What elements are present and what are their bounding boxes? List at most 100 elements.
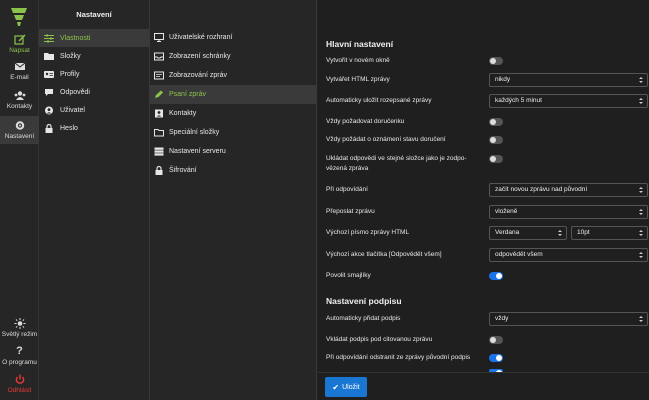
section-message-display[interactable]: Zobrazování zpráv xyxy=(150,66,316,85)
settings-nav: Nastavení Vlastnosti Složky Profily Odpo… xyxy=(39,0,150,400)
app-rail: Napsat E-mail Kontakty Nastavení Světlý … xyxy=(0,0,39,400)
setting-label: Vkládat podpis pod citovanou zprávu xyxy=(326,336,433,343)
setting-label: Výchozí akce tlačítka [Odpovědět všem] xyxy=(326,251,442,258)
strip-signature-toggle[interactable] xyxy=(489,354,503,362)
section-label: Speciální složky xyxy=(169,129,220,136)
logo-icon xyxy=(11,8,27,26)
compose-icon xyxy=(13,34,25,45)
nav-item-label: Vlastnosti xyxy=(60,34,91,42)
server-icon xyxy=(154,147,164,156)
contacts-button[interactable]: Kontakty xyxy=(0,90,39,110)
section-label: Zobrazení schránky xyxy=(169,53,231,60)
on-reply-select[interactable]: začít novou zprávu nad původní xyxy=(489,183,648,197)
setting-label: Automaticky uložit rozepsané zprávy xyxy=(326,97,432,104)
settings-title: Nastavení xyxy=(76,10,112,19)
setting-label: Ukládat odpovědi ve stejné složce jako j… xyxy=(326,155,467,172)
emoticons-toggle[interactable] xyxy=(489,272,503,280)
section-label: Kontakty xyxy=(169,110,197,117)
sig-below-quote-toggle[interactable] xyxy=(489,336,503,344)
id-card-icon xyxy=(44,70,54,78)
email-label: E-mail xyxy=(10,74,29,81)
save-reply-toggle[interactable] xyxy=(489,155,503,163)
autosave-select[interactable]: každých 5 minut xyxy=(489,94,648,108)
section-server[interactable]: Nastavení serveru xyxy=(150,142,316,161)
contacts-label: Kontakty xyxy=(6,103,33,110)
nav-item-user[interactable]: Uživatel xyxy=(39,101,149,119)
open-new-window-toggle[interactable] xyxy=(489,57,503,65)
folder-icon xyxy=(154,129,164,137)
section-title-main: Hlavní nastavení xyxy=(326,39,394,49)
dsn-toggle[interactable] xyxy=(489,136,503,144)
theme-label: Světlý režim xyxy=(1,331,38,338)
section-ui[interactable]: Uživatelské rozhraní xyxy=(150,28,316,47)
nav-item-properties[interactable]: Vlastnosti xyxy=(39,29,149,47)
html-font-size-select[interactable]: 10pt xyxy=(571,226,648,240)
add-signature-select[interactable]: vždy xyxy=(489,312,648,326)
settings-panel: Hlavní nastavení Vytvořit v novém okně V… xyxy=(318,0,649,400)
setting-label: Vytvořit v novém okně xyxy=(326,57,390,64)
section-encryption[interactable]: Šifrování xyxy=(150,161,316,180)
setting-label: Vytvářet HTML zprávy xyxy=(326,76,390,83)
contacts-icon xyxy=(155,109,163,118)
setting-label: Při odpovídání odstranit ze zprávy původ… xyxy=(326,354,471,361)
contacts-icon xyxy=(14,91,25,100)
logout-label: Odhlásit xyxy=(7,387,32,394)
nav-item-password[interactable]: Heslo xyxy=(39,119,149,137)
check-icon: ✔ xyxy=(332,382,340,392)
settings-scroll-area[interactable]: Hlavní nastavení Vytvořit v novém okně V… xyxy=(318,0,649,372)
compose-label: Napsat xyxy=(9,47,30,54)
envelope-icon xyxy=(14,62,25,70)
section-label: Uživatelské rozhraní xyxy=(169,34,233,41)
monitor-icon xyxy=(154,33,164,42)
reply-all-select[interactable]: odpovědět všem xyxy=(489,248,648,262)
forward-select[interactable]: vloženě xyxy=(489,205,648,219)
section-title-signature: Nastavení podpisu xyxy=(326,296,402,306)
theme-toggle[interactable]: Světlý režim xyxy=(0,318,39,338)
setting-label: Automaticky přidat podpis xyxy=(326,315,401,322)
question-icon: ? xyxy=(16,345,23,357)
lock-icon xyxy=(155,166,163,175)
settings-label: Nastavení xyxy=(4,133,35,140)
nav-item-label: Složky xyxy=(60,52,81,60)
section-composing[interactable]: Psaní zpráv xyxy=(150,85,316,104)
power-icon xyxy=(15,374,24,384)
sun-icon xyxy=(14,318,25,329)
nav-item-label: Heslo xyxy=(60,124,78,132)
about-button[interactable]: ? O programu xyxy=(0,345,39,367)
section-label: Zobrazování zpráv xyxy=(169,72,227,79)
section-special-folders[interactable]: Speciální složky xyxy=(150,123,316,142)
save-button[interactable]: ✔ Uložit xyxy=(325,377,367,397)
nav-item-label: Profily xyxy=(60,70,80,78)
section-contacts[interactable]: Kontakty xyxy=(150,104,316,123)
user-icon xyxy=(45,106,53,114)
html-font-select[interactable]: Verdana xyxy=(489,226,567,240)
nav-item-label: Uživatel xyxy=(60,106,85,114)
sliders-icon xyxy=(44,34,54,42)
email-button[interactable]: E-mail xyxy=(0,61,39,81)
nav-item-label: Odpovědi xyxy=(60,88,90,96)
section-label: Šifrování xyxy=(169,167,197,174)
settings-button[interactable]: Nastavení xyxy=(0,116,39,144)
about-label: O programu xyxy=(2,359,37,366)
nav-item-responses[interactable]: Odpovědi xyxy=(39,83,149,101)
compose-button[interactable]: Napsat xyxy=(0,34,39,54)
lock-icon xyxy=(45,123,53,133)
folder-icon xyxy=(44,52,54,60)
inbox-icon xyxy=(154,52,164,61)
nav-item-profiles[interactable]: Profily xyxy=(39,65,149,83)
pen-icon xyxy=(155,90,163,98)
setting-label: Vždy požádat o oznámení stavu doručení xyxy=(326,136,446,143)
html-compose-select[interactable]: nikdy xyxy=(489,73,648,87)
divider xyxy=(326,178,641,179)
nav-item-folders[interactable]: Složky xyxy=(39,47,149,65)
delivery-receipt-toggle[interactable] xyxy=(489,118,503,126)
logout-button[interactable]: Odhlásit xyxy=(0,374,39,394)
section-label: Nastavení serveru xyxy=(169,148,226,155)
section-label: Psaní zpráv xyxy=(169,91,206,98)
message-icon xyxy=(154,71,164,80)
section-mailbox-view[interactable]: Zobrazení schránky xyxy=(150,47,316,66)
gear-icon xyxy=(15,121,24,130)
section-list: Uživatelské rozhraní Zobrazení schránky … xyxy=(150,0,317,400)
setting-label: Přeposlat zprávu xyxy=(326,208,375,215)
save-button-label: Uložit xyxy=(342,383,360,391)
